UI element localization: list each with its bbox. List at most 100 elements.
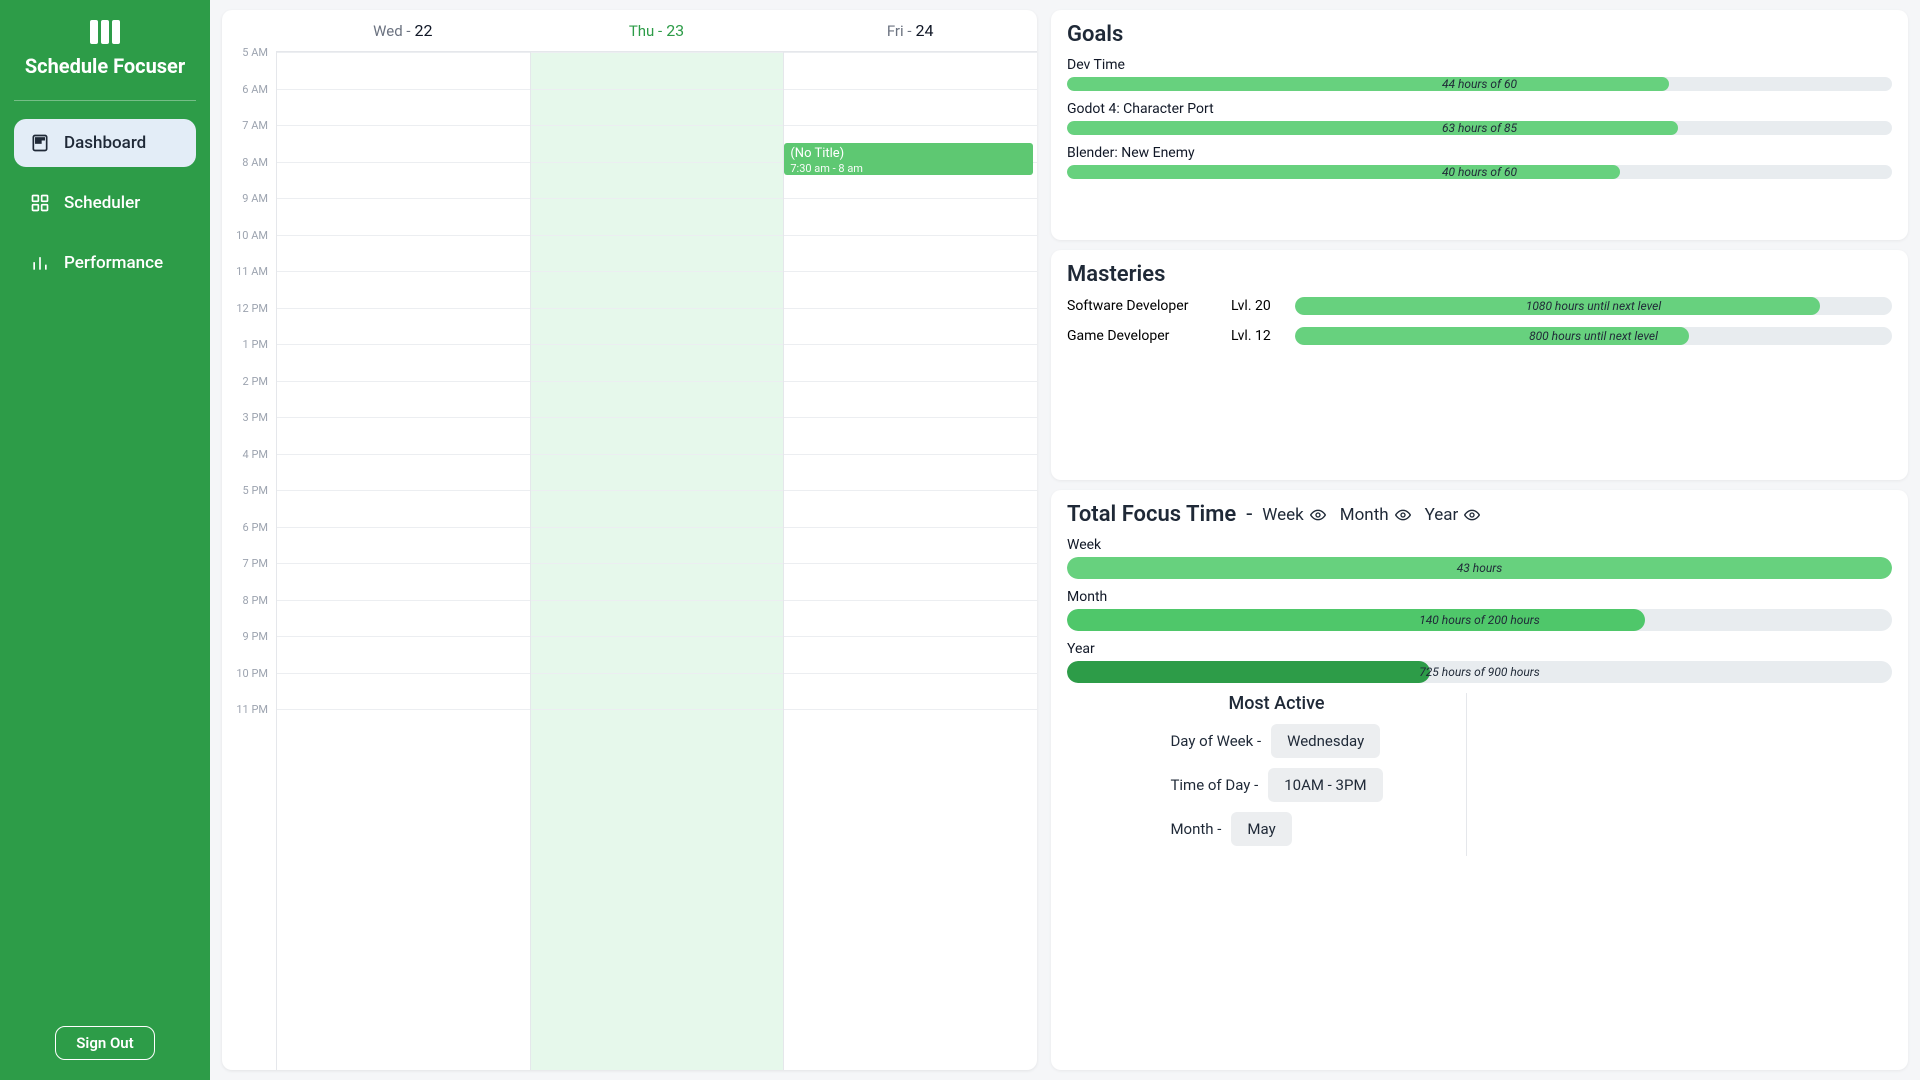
goals-title: Goals xyxy=(1067,22,1892,47)
time-label: 5 PM xyxy=(222,484,276,521)
time-label: 8 PM xyxy=(222,594,276,631)
goal-progress-text: 44 hours of 60 xyxy=(1067,77,1892,91)
most-active-title: Most Active xyxy=(1228,693,1324,714)
most-active-value: Wednesday xyxy=(1271,724,1380,758)
sidebar-item-label: Dashboard xyxy=(64,133,146,153)
calendar-day-column[interactable] xyxy=(530,52,784,1070)
focus-row: Year 725 hours of 900 hours xyxy=(1067,641,1892,683)
focus-toggle-week[interactable]: Week xyxy=(1262,505,1325,525)
most-active-value: May xyxy=(1231,812,1291,846)
time-label: 7 AM xyxy=(222,119,276,156)
focus-panel: Total Focus Time - WeekMonthYear Week 43… xyxy=(1051,490,1908,1070)
time-label: 7 PM xyxy=(222,557,276,594)
time-label: 10 AM xyxy=(222,229,276,266)
focus-progress-text: 43 hours xyxy=(1067,557,1892,579)
calendar-day-header[interactable]: Thu - 23 xyxy=(530,10,784,52)
sidebar-divider xyxy=(14,100,196,101)
sidebar-item-performance[interactable]: Performance xyxy=(14,239,196,287)
mastery-row: Game Developer Lvl. 12 800 hours until n… xyxy=(1067,327,1892,345)
goal-item: Dev Time 44 hours of 60 xyxy=(1067,57,1892,91)
focus-progress-bar[interactable]: 725 hours of 900 hours xyxy=(1067,661,1892,683)
calendar: Wed - 22Thu - 23Fri - 24 5 AM6 AM7 AM8 A… xyxy=(222,10,1037,1070)
focus-progress-text: 725 hours of 900 hours xyxy=(1067,661,1892,683)
main: Wed - 22Thu - 23Fri - 24 5 AM6 AM7 AM8 A… xyxy=(210,0,1920,1080)
event-title: (No Title) xyxy=(790,146,1027,162)
sidebar-item-scheduler[interactable]: Scheduler xyxy=(14,179,196,227)
focus-toggle-month[interactable]: Month xyxy=(1340,505,1411,525)
dashboard-icon xyxy=(30,133,50,153)
focus-progress-bar[interactable]: 43 hours xyxy=(1067,557,1892,579)
mastery-progress-bar[interactable]: 1080 hours until next level xyxy=(1295,297,1892,315)
calendar-event[interactable]: (No Title)7:30 am - 8 am xyxy=(784,143,1033,175)
right-panels: Goals Dev Time 44 hours of 60 Godot 4: C… xyxy=(1051,10,1908,1070)
calendar-body[interactable]: 5 AM6 AM7 AM8 AM9 AM10 AM11 AM12 PM1 PM2… xyxy=(222,52,1037,1070)
most-active-row: Day of Week - Wednesday xyxy=(1170,724,1382,758)
time-label: 6 PM xyxy=(222,521,276,558)
time-label: 11 AM xyxy=(222,265,276,302)
mastery-name: Software Developer xyxy=(1067,298,1217,314)
focus-progress-text: 140 hours of 200 hours xyxy=(1067,609,1892,631)
time-label: 9 AM xyxy=(222,192,276,229)
goals-panel: Goals Dev Time 44 hours of 60 Godot 4: C… xyxy=(1051,10,1908,240)
time-label: 2 PM xyxy=(222,375,276,412)
calendar-day-column[interactable]: (No Title)7:30 am - 8 am xyxy=(783,52,1037,1070)
mastery-progress-bar[interactable]: 800 hours until next level xyxy=(1295,327,1892,345)
calendar-day-column[interactable] xyxy=(276,52,530,1070)
most-active-label: Day of Week - xyxy=(1170,732,1261,750)
event-time: 7:30 am - 8 am xyxy=(790,162,1027,175)
goal-item: Blender: New Enemy 40 hours of 60 xyxy=(1067,145,1892,179)
most-active-row: Time of Day - 10AM - 3PM xyxy=(1170,768,1382,802)
sidebar-item-dashboard[interactable]: Dashboard xyxy=(14,119,196,167)
time-label: 12 PM xyxy=(222,302,276,339)
eye-icon xyxy=(1464,507,1480,523)
goal-progress-bar[interactable]: 40 hours of 60 xyxy=(1067,165,1892,179)
sidebar-item-label: Scheduler xyxy=(64,193,140,213)
calendar-day-header[interactable]: Wed - 22 xyxy=(276,10,530,52)
performance-icon xyxy=(30,253,50,273)
app-logo: Schedule Focuser xyxy=(14,20,196,78)
most-active-label: Time of Day - xyxy=(1170,776,1258,794)
focus-progress-bar[interactable]: 140 hours of 200 hours xyxy=(1067,609,1892,631)
goal-progress-bar[interactable]: 63 hours of 85 xyxy=(1067,121,1892,135)
masteries-panel: Masteries Software Developer Lvl. 20 108… xyxy=(1051,250,1908,480)
mastery-level: Lvl. 12 xyxy=(1231,328,1281,344)
goal-label: Godot 4: Character Port xyxy=(1067,101,1892,117)
goal-progress-text: 40 hours of 60 xyxy=(1067,165,1892,179)
time-label: 9 PM xyxy=(222,630,276,667)
most-active-row: Month - May xyxy=(1170,812,1382,846)
goal-item: Godot 4: Character Port 63 hours of 85 xyxy=(1067,101,1892,135)
most-active-label: Month - xyxy=(1170,820,1221,838)
time-label: 8 AM xyxy=(222,156,276,193)
focus-toggle-year[interactable]: Year xyxy=(1425,505,1481,525)
time-column: 5 AM6 AM7 AM8 AM9 AM10 AM11 AM12 PM1 PM2… xyxy=(222,52,276,1070)
focus-row: Week 43 hours xyxy=(1067,537,1892,579)
goal-progress-bar[interactable]: 44 hours of 60 xyxy=(1067,77,1892,91)
focus-header: Total Focus Time - WeekMonthYear xyxy=(1067,502,1892,527)
time-label: 4 PM xyxy=(222,448,276,485)
masteries-title: Masteries xyxy=(1067,262,1892,287)
mastery-level: Lvl. 20 xyxy=(1231,298,1281,314)
focus-row-label: Year xyxy=(1067,641,1892,657)
sign-out-button[interactable]: Sign Out xyxy=(55,1026,154,1060)
scheduler-icon xyxy=(30,193,50,213)
goal-progress-text: 63 hours of 85 xyxy=(1067,121,1892,135)
mastery-row: Software Developer Lvl. 20 1080 hours un… xyxy=(1067,297,1892,315)
time-label: 11 PM xyxy=(222,703,276,740)
goal-label: Blender: New Enemy xyxy=(1067,145,1892,161)
logo-icon xyxy=(90,20,120,44)
sidebar: Schedule Focuser Dashboard Scheduler Perfo… xyxy=(0,0,210,1080)
sidebar-item-label: Performance xyxy=(64,253,163,273)
time-label: 3 PM xyxy=(222,411,276,448)
most-active: Most Active Day of Week - Wednesday Time … xyxy=(1087,693,1467,856)
mastery-name: Game Developer xyxy=(1067,328,1217,344)
focus-title: Total Focus Time xyxy=(1067,502,1236,527)
focus-row: Month 140 hours of 200 hours xyxy=(1067,589,1892,631)
mastery-progress-text: 1080 hours until next level xyxy=(1295,297,1892,315)
most-active-value: 10AM - 3PM xyxy=(1268,768,1382,802)
calendar-header: Wed - 22Thu - 23Fri - 24 xyxy=(222,10,1037,52)
calendar-day-header[interactable]: Fri - 24 xyxy=(783,10,1037,52)
focus-row-label: Week xyxy=(1067,537,1892,553)
eye-icon xyxy=(1395,507,1411,523)
time-label: 6 AM xyxy=(222,83,276,120)
eye-icon xyxy=(1310,507,1326,523)
